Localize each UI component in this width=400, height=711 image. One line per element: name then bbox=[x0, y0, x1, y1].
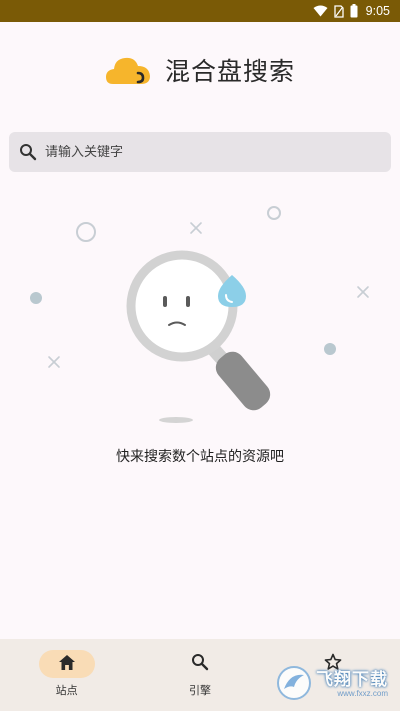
magnifier-handle bbox=[201, 336, 271, 411]
nav-label: 引擎 bbox=[188, 684, 211, 697]
status-bar: 9:05 bbox=[0, 0, 400, 22]
app-title: 混合盘搜索 bbox=[164, 57, 295, 86]
home-icon bbox=[58, 654, 76, 675]
decor-cross bbox=[48, 356, 60, 368]
decor-dot bbox=[324, 343, 336, 355]
app-header: 混合盘搜索 bbox=[0, 40, 400, 100]
sim-icon bbox=[334, 4, 344, 18]
cloud-logo-icon bbox=[105, 50, 153, 90]
wifi-icon bbox=[313, 5, 328, 17]
nav-item-sites-pill[interactable] bbox=[38, 650, 95, 678]
search-icon bbox=[19, 143, 37, 161]
magnifier-lens bbox=[126, 250, 238, 362]
decor-ring bbox=[76, 222, 96, 242]
nav-item-engines-pill[interactable] bbox=[172, 650, 228, 678]
nav-item-engines[interactable]: 引擎 bbox=[133, 639, 266, 711]
status-time: 9:05 bbox=[365, 4, 390, 18]
illustration-shadow bbox=[159, 417, 193, 423]
search-bar[interactable] bbox=[9, 132, 391, 172]
watermark-url: www.fxxz.com bbox=[337, 689, 388, 698]
watermark-logo-icon bbox=[276, 665, 312, 705]
decor-cross bbox=[190, 222, 202, 234]
nav-item-sites[interactable]: 站点 bbox=[0, 639, 133, 711]
decor-ring bbox=[267, 206, 281, 220]
decor-dot bbox=[30, 292, 42, 304]
battery-icon bbox=[350, 4, 358, 18]
watermark-text: 飞翔下载 bbox=[316, 670, 388, 690]
watermark: 飞翔下载 www.fxxz.com bbox=[276, 664, 396, 706]
decor-cross bbox=[357, 286, 369, 298]
search-input[interactable] bbox=[45, 144, 365, 160]
empty-search-illustration bbox=[30, 206, 369, 423]
nav-label: 站点 bbox=[55, 684, 78, 697]
search-icon bbox=[191, 653, 209, 675]
empty-state-message: 快来搜索数个站点的资源吧 bbox=[116, 449, 284, 465]
